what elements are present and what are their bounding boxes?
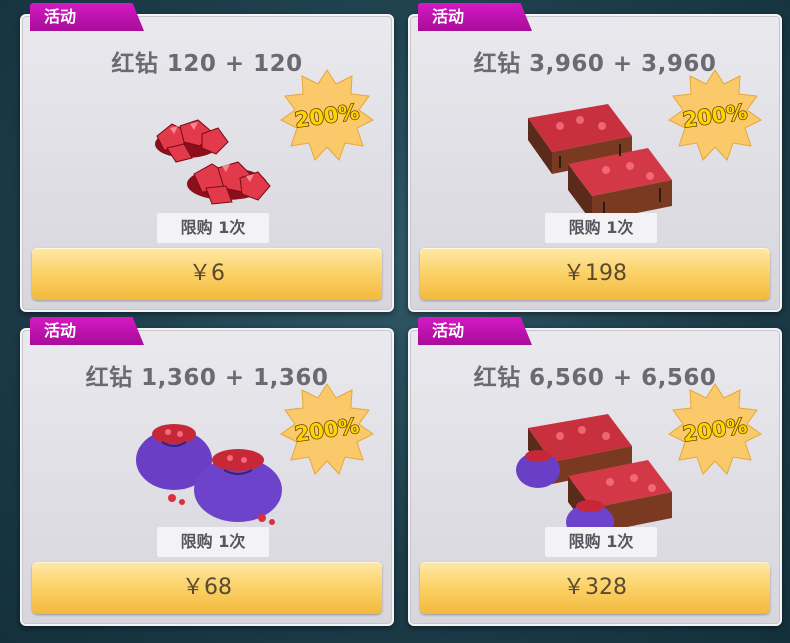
bonus-badge: 200%: [668, 69, 762, 161]
buy-button-6[interactable]: ￥6: [32, 248, 382, 300]
purchase-limit: 限购 1次: [157, 213, 269, 243]
offer-card-120: 活动 红钻 120 + 120 200% 限购 1次 ￥6: [20, 3, 394, 312]
bonus-badge: 200%: [668, 383, 762, 475]
offer-card-1360: 活动 红钻 1,360 + 1,360 200% 限购 1次 ￥68: [20, 317, 394, 626]
offer-card-6560: 活动 红钻 6,560 + 6,560 200% 限购 1次 ￥328: [408, 317, 782, 626]
bonus-badge: 200%: [280, 69, 374, 161]
purchase-limit: 限购 1次: [157, 527, 269, 557]
bonus-badge: 200%: [280, 383, 374, 475]
buy-button-198[interactable]: ￥198: [420, 248, 770, 300]
buy-button-328[interactable]: ￥328: [420, 562, 770, 614]
purchase-limit: 限购 1次: [545, 527, 657, 557]
purchase-limit: 限购 1次: [545, 213, 657, 243]
buy-button-68[interactable]: ￥68: [32, 562, 382, 614]
offer-card-3960: 活动 红钻 3,960 + 3,960 200% 限购 1次 ￥198: [408, 3, 782, 312]
